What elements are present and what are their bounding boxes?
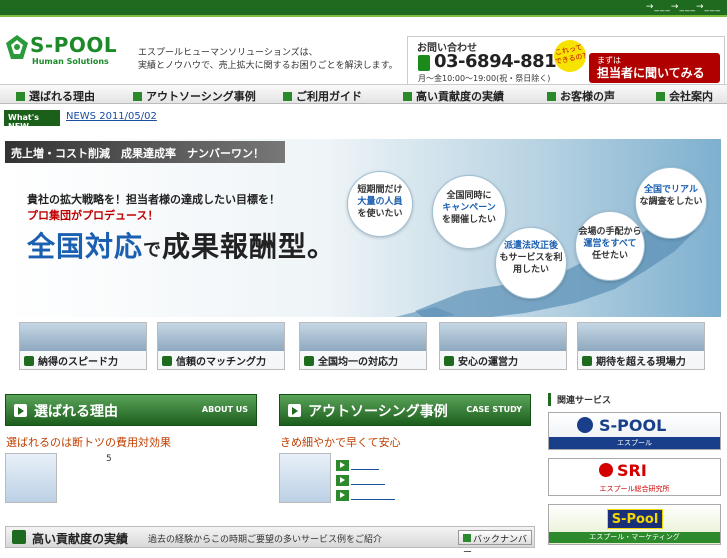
ask-staff-button[interactable]: まずは 担当者に聞いてみる bbox=[589, 53, 720, 83]
logo-name: S-POOL bbox=[30, 33, 118, 57]
news-bar: What's NEW NEWS 2011/05/02 bbox=[0, 109, 727, 131]
bubble-survey: 全国でリアル な調査をしたい bbox=[635, 167, 707, 239]
feature-operation[interactable]: 安心の運営力 bbox=[439, 322, 567, 370]
section-case-header[interactable]: アウトソーシング事例 CASE STUDY bbox=[279, 394, 531, 426]
arrow-icon bbox=[463, 534, 471, 542]
feature-nationwide[interactable]: 全国均一の対応力 bbox=[299, 322, 427, 370]
hero-line-1: 貴社の拡大戦略を！担当者様の達成したい目標を！ bbox=[27, 193, 280, 206]
feature-field[interactable]: 期待を超える現場力 bbox=[577, 322, 705, 370]
reason-thumbnail[interactable] bbox=[5, 453, 57, 503]
logo-mark-icon bbox=[6, 35, 28, 59]
sri-logo-icon bbox=[599, 463, 613, 477]
arrow-icon bbox=[288, 404, 301, 417]
feature-arrow-icon bbox=[162, 356, 172, 366]
feature-arrow-icon bbox=[304, 356, 314, 366]
feature-arrow-icon bbox=[444, 356, 454, 366]
tagline-line-1: エスプールヒューマンソリューションズは、 bbox=[138, 48, 318, 58]
case-thumbnail[interactable] bbox=[279, 453, 331, 503]
logo[interactable]: S-POOL Human Solutions bbox=[6, 33, 130, 75]
hero-line-2: プロ集団がプロデュース！ bbox=[27, 209, 159, 222]
nav-item-reason[interactable]: 選ばれる理由 bbox=[16, 88, 95, 104]
feature-matching[interactable]: 信頼のマッチング力 bbox=[157, 322, 285, 370]
banner-sri[interactable]: SRI エスプール総合研究所 bbox=[548, 458, 721, 496]
bubble-mass-staff: 短期間だけ 大量の人員 を使いたい bbox=[347, 171, 413, 237]
top-links[interactable]: →___→___→___ bbox=[646, 2, 721, 12]
reason-number: 5 bbox=[106, 454, 112, 464]
bubble-campaign: 全国同時に キャンペーン を開催したい bbox=[432, 175, 506, 249]
case-link-1[interactable] bbox=[351, 469, 379, 470]
arrow-icon bbox=[14, 404, 27, 417]
case-link-3-icon[interactable] bbox=[336, 490, 349, 501]
nav-item-voices[interactable]: お客様の声 bbox=[547, 88, 615, 104]
spool-logo-icon bbox=[577, 417, 593, 433]
ask-big-label: 担当者に聞いてみる bbox=[597, 66, 705, 80]
nav-item-company[interactable]: 会社案内 bbox=[656, 88, 713, 104]
hero-banner[interactable]: 売上増・コスト削減 成果達成率 ナンバーワン！ 貴社の拡大戦略を！担当者様の達成… bbox=[5, 139, 721, 317]
nav-item-cases[interactable]: アウトソーシング事例 bbox=[133, 88, 256, 104]
logo-sub: Human Solutions bbox=[32, 57, 109, 66]
case-link-1-icon[interactable] bbox=[336, 460, 349, 471]
case-subtitle[interactable]: きめ細やかで早くて安心 bbox=[280, 434, 401, 450]
nav-arrow-icon bbox=[656, 92, 665, 101]
reason-subtitle[interactable]: 選ばれるのは断トツの費用対効果 bbox=[6, 434, 171, 450]
banner-spool[interactable]: S-POOL エスプール bbox=[548, 412, 721, 450]
case-link-3[interactable] bbox=[351, 499, 395, 500]
hero-ribbon: 売上増・コスト削減 成果達成率 ナンバーワン！ bbox=[5, 141, 285, 163]
nav-arrow-icon bbox=[16, 92, 25, 101]
back-number-button[interactable]: バックナンバー bbox=[458, 530, 532, 558]
nav-arrow-icon bbox=[547, 92, 556, 101]
feature-strip: 納得のスピード力 信頼のマッチング力 全国均一の対応力 安心の運営力 期待を超え… bbox=[19, 322, 705, 370]
tagline: エスプールヒューマンソリューションズは、 実績とノウハウで、売上拡大に関するお困… bbox=[138, 47, 398, 73]
nav-item-results[interactable]: 高い貢献度の実績 bbox=[403, 88, 504, 104]
global-nav: 選ばれる理由 アウトソーシング事例 ご利用ガイド 高い貢献度の実績 お客様の声 … bbox=[0, 84, 727, 104]
news-link[interactable]: NEWS 2011/05/02 bbox=[66, 111, 157, 122]
section-reason-header[interactable]: 選ばれる理由 ABOUT US bbox=[5, 394, 257, 426]
bubble-dispatch-law: 派遣法改正後 もサービスを利用したい bbox=[495, 227, 567, 299]
feature-arrow-icon bbox=[582, 356, 592, 366]
contact-box: お問い合わせ 03-6894-8811 月〜金10:00〜19:00(祝・祭日除… bbox=[407, 36, 725, 86]
business-hours: 月〜金10:00〜19:00(祝・祭日除く) bbox=[418, 74, 551, 83]
tagline-line-2: 実績とノウハウで、売上拡大に関するお困りごとを解決します。 bbox=[138, 61, 398, 71]
header: S-POOL Human Solutions エスプールヒューマンソリューション… bbox=[0, 17, 727, 86]
nav-arrow-icon bbox=[283, 92, 292, 101]
related-services-heading: 関連サービス bbox=[548, 393, 611, 406]
nav-arrow-icon bbox=[403, 92, 412, 101]
phone-icon bbox=[418, 55, 430, 71]
feature-speed[interactable]: 納得のスピード力 bbox=[19, 322, 147, 370]
hero-headline: 全国対応で成果報酬型。 bbox=[27, 230, 337, 263]
feature-arrow-icon bbox=[24, 356, 34, 366]
bubble-venue: 会場の手配から 運営をすべて 任せたい bbox=[575, 211, 645, 281]
case-link-2-icon[interactable] bbox=[336, 475, 349, 486]
banner-spool-marketing[interactable]: S-Pool エスプール・マーケティング bbox=[548, 504, 721, 545]
nav-item-guide[interactable]: ご利用ガイド bbox=[283, 88, 362, 104]
results-icon bbox=[12, 530, 26, 544]
nav-arrow-icon bbox=[133, 92, 142, 101]
case-link-2[interactable] bbox=[351, 484, 385, 485]
top-bar: →___→___→___ bbox=[0, 0, 727, 17]
phone-number[interactable]: 03-6894-8811 bbox=[434, 51, 569, 72]
whats-new-badge: What's NEW bbox=[4, 110, 60, 131]
